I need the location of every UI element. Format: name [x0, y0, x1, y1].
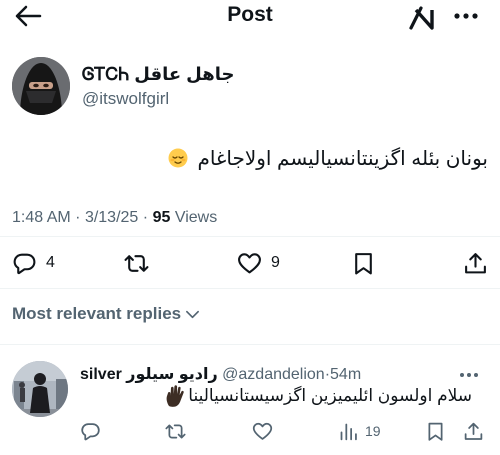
divider [0, 344, 500, 345]
tweet-text-content: بونان بئله اگزینتانسیالیسم اولاجاغام [197, 148, 488, 170]
reply-text: سلام اولسون ائلیمیزین اگزسیستانسیالینا [188, 386, 472, 405]
grok-button[interactable] [408, 6, 438, 30]
bookmark-icon [428, 422, 443, 441]
retweet-icon [165, 424, 186, 438]
reply-views-action[interactable]: 19 [338, 420, 381, 442]
chevron-down-icon [186, 310, 200, 318]
reply-icon [13, 253, 36, 274]
reply-count: 4 [46, 254, 55, 271]
reply-views-count: 19 [365, 423, 381, 439]
bookmark-icon [355, 252, 372, 274]
replies-sort-label: Most relevant replies [12, 304, 182, 323]
more-icon [460, 373, 478, 377]
views-count: 95 [152, 209, 171, 226]
tweet-meta: 1:48 AM · 3/13/25 · 95 Views [12, 209, 217, 227]
divider [0, 288, 500, 289]
reply-like-action[interactable] [252, 420, 273, 442]
tweet-time: 1:48 AM [12, 209, 71, 226]
avatar-image [12, 57, 70, 115]
share-icon [465, 252, 486, 273]
divider [0, 236, 500, 237]
like-icon [252, 422, 273, 440]
views-label: Views [174, 209, 218, 226]
reply-handle[interactable]: @azdandelion [222, 366, 325, 383]
retweet-action[interactable] [124, 250, 149, 276]
share-action[interactable] [463, 250, 488, 276]
like-icon [238, 252, 261, 273]
relieved-face-emoji [168, 148, 188, 168]
reply-action[interactable]: 4 [12, 250, 55, 276]
reply-header: silver رادیو سیلور @azdandelion·54m [80, 364, 361, 384]
like-action[interactable]: 9 [237, 250, 280, 276]
avatar-image [12, 361, 68, 417]
replies-sort-dropdown[interactable]: Most relevant replies [12, 304, 200, 324]
more-icon [454, 13, 478, 19]
tweet-date: 3/13/25 [84, 209, 139, 226]
like-count: 9 [271, 254, 280, 271]
meta-separator: · [142, 209, 149, 226]
share-icon [464, 422, 483, 440]
views-icon [340, 423, 357, 440]
bookmark-action[interactable] [351, 250, 376, 276]
author-avatar[interactable] [12, 57, 70, 115]
reply-share-action[interactable] [463, 420, 484, 442]
reply-avatar[interactable] [12, 361, 68, 417]
author-handle[interactable]: @itswolfgirl [82, 89, 169, 109]
retweet-icon [124, 254, 149, 272]
tweet-text: بونان بئله اگزینتانسیالیسم اولاجاغام [168, 146, 488, 171]
reply-age[interactable]: 54m [330, 366, 361, 383]
reply-icon [81, 422, 100, 440]
reply-display-name[interactable]: silver رادیو سیلور [80, 366, 218, 383]
more-options-button[interactable] [452, 7, 480, 25]
reply-bookmark-action[interactable] [425, 420, 446, 442]
raised-hand-emoji [166, 385, 184, 407]
reply-reply-action[interactable] [80, 420, 101, 442]
grok-icon [409, 6, 434, 30]
author-display-name[interactable]: ᎶᎢᏟᏂ جاهل عاقل [82, 64, 234, 85]
reply-more-button[interactable] [458, 367, 480, 383]
meta-separator: · [75, 209, 81, 226]
reply-retweet-action[interactable] [165, 420, 186, 442]
